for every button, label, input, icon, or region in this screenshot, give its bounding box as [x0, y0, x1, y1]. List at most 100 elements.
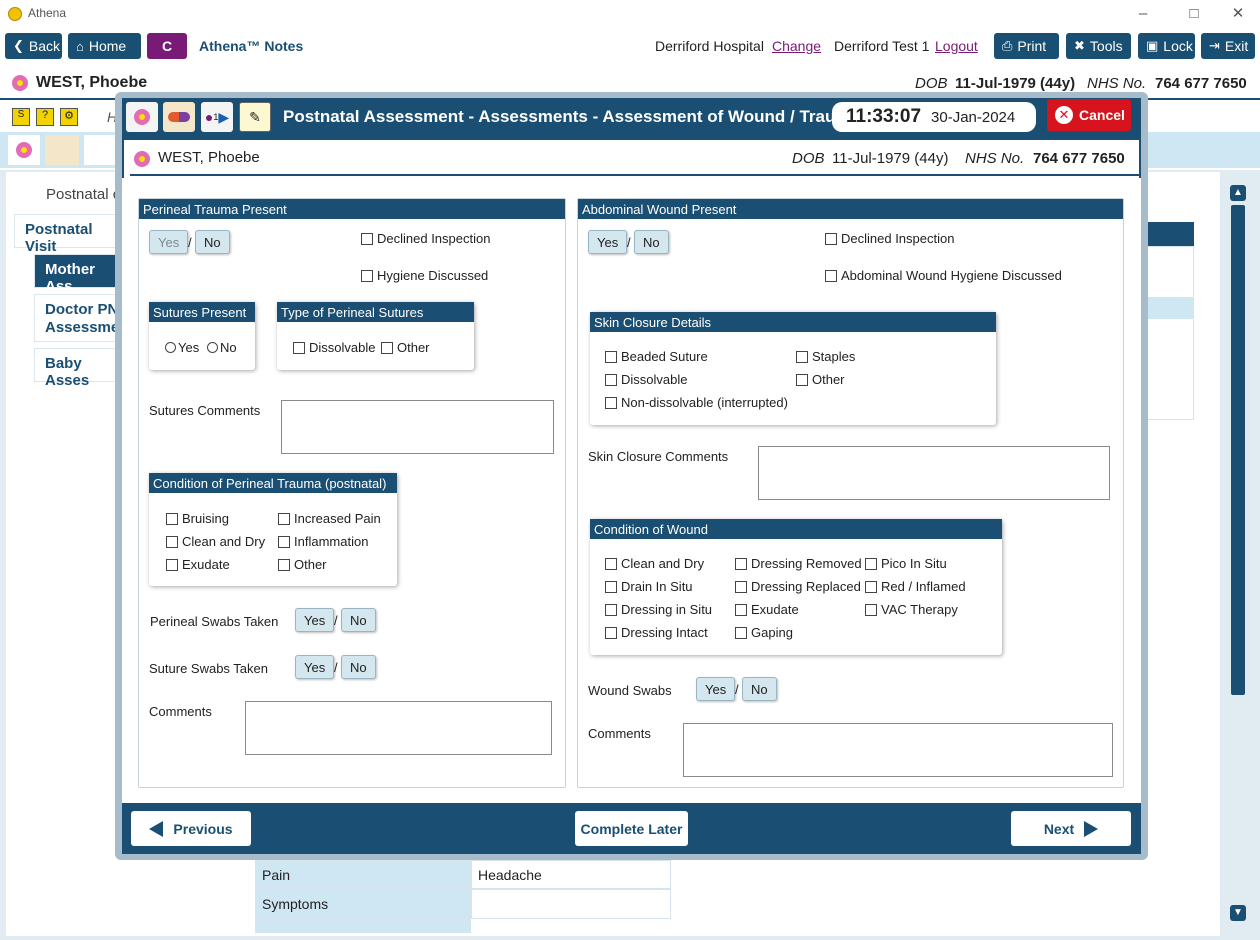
- drain-in-situ-checkbox[interactable]: Drain In Situ: [605, 579, 693, 594]
- declined-inspection-checkbox[interactable]: Declined Inspection: [361, 231, 490, 246]
- yes-no-separator: /: [735, 682, 739, 697]
- perineal-trauma-no-button[interactable]: No: [195, 230, 230, 254]
- perineal-swabs-yes-button[interactable]: Yes: [295, 608, 335, 632]
- pain-value-cell: Headache: [471, 860, 671, 889]
- arrow-right-icon: [1084, 820, 1099, 837]
- clean-and-dry-checkbox[interactable]: Clean and Dry: [166, 534, 265, 549]
- home-button[interactable]: ⌂ Home: [68, 33, 141, 59]
- suture-swabs-label: Suture Swabs Taken: [149, 661, 268, 676]
- back-button[interactable]: ❮ Back: [5, 33, 62, 59]
- perineal-trauma-yes-button[interactable]: Yes: [149, 230, 189, 254]
- change-link[interactable]: Change: [772, 38, 821, 54]
- maximize-icon[interactable]: □: [1171, 4, 1217, 24]
- dressing-intact-checkbox[interactable]: Dressing Intact: [605, 625, 708, 640]
- increased-pain-checkbox[interactable]: Increased Pain: [278, 511, 381, 526]
- other-condition-checkbox[interactable]: Other: [278, 557, 327, 572]
- gaping-checkbox[interactable]: Gaping: [735, 625, 793, 640]
- red-inflamed-checkbox[interactable]: Red / Inflamed: [865, 579, 966, 594]
- help-icon[interactable]: ?: [36, 108, 54, 126]
- sutures-comments-input[interactable]: [281, 400, 554, 454]
- previous-button[interactable]: Previous: [131, 811, 251, 846]
- dialog-patient-banner: WEST, Phoebe DOB 11-Jul-1979 (44y) NHS N…: [130, 144, 1140, 176]
- sutures-no-radio[interactable]: No: [207, 340, 237, 355]
- hospital-label: Derriford Hospital: [655, 38, 764, 54]
- bruising-checkbox[interactable]: Bruising: [166, 511, 229, 526]
- wound-swabs-yes-button[interactable]: Yes: [696, 677, 736, 701]
- patient-name: WEST, Phoebe: [36, 74, 148, 91]
- scroll-thumb[interactable]: [1231, 205, 1245, 695]
- right-comments-input[interactable]: [683, 723, 1113, 777]
- dialog-nhs-value: 764 677 7650: [1033, 150, 1125, 167]
- dressing-removed-checkbox[interactable]: Dressing Removed: [735, 556, 862, 571]
- complete-later-button[interactable]: Complete Later: [575, 811, 688, 846]
- main-toolbar: ❮ Back ⌂ Home C Athena™ Notes Derriford …: [0, 28, 1260, 64]
- perineal-swabs-no-button[interactable]: No: [341, 608, 376, 632]
- suture-swabs-yes-button[interactable]: Yes: [295, 655, 335, 679]
- vac-therapy-checkbox[interactable]: VAC Therapy: [865, 602, 958, 617]
- background-breadcrumb: Postnatal c: [46, 186, 121, 203]
- skin-dissolvable-checkbox[interactable]: Dissolvable: [605, 372, 687, 387]
- tools-button[interactable]: ✖ Tools: [1066, 33, 1131, 59]
- perineal-condition-group: Condition of Perineal Trauma (postnatal)…: [149, 473, 397, 586]
- non-dissolvable-checkbox[interactable]: Non-dissolvable (interrupted): [605, 395, 788, 410]
- wound-clean-and-dry-checkbox[interactable]: Clean and Dry: [605, 556, 704, 571]
- clock-date: 30-Jan-2024: [931, 108, 1016, 126]
- scroll-up-icon[interactable]: ▲: [1230, 185, 1246, 201]
- abdominal-wound-yes-button[interactable]: Yes: [588, 230, 628, 254]
- yes-no-separator: /: [334, 660, 338, 675]
- logout-link[interactable]: Logout: [935, 38, 978, 54]
- chevron-left-icon: ❮: [13, 38, 24, 53]
- exit-button[interactable]: ⇥ Exit: [1201, 33, 1255, 59]
- settings-icon[interactable]: ⚙: [60, 108, 78, 126]
- symptoms-value-cell: [471, 889, 671, 919]
- sutures-comments-label: Sutures Comments: [149, 403, 261, 418]
- abdominal-wound-no-button[interactable]: No: [634, 230, 669, 254]
- flower-tab-icon[interactable]: [8, 135, 40, 165]
- cancel-button[interactable]: ✕ Cancel: [1047, 99, 1131, 131]
- dissolvable-checkbox[interactable]: Dissolvable: [293, 340, 375, 355]
- skin-closure-comments-input[interactable]: [758, 446, 1110, 500]
- vertical-scrollbar[interactable]: ▲ ▼: [1228, 183, 1248, 925]
- dialog-title: Postnatal Assessment - Assessments - Ass…: [283, 107, 860, 126]
- perineal-trauma-header: Perineal Trauma Present: [139, 199, 565, 219]
- wound-exudate-checkbox[interactable]: Exudate: [735, 602, 799, 617]
- person-queue-icon[interactable]: ● 1 ▶: [201, 102, 233, 132]
- skin-closure-comments-label: Skin Closure Comments: [588, 449, 729, 464]
- left-comments-label: Comments: [149, 704, 212, 719]
- print-button[interactable]: ⎙ Print: [994, 33, 1059, 59]
- exudate-checkbox[interactable]: Exudate: [166, 557, 230, 572]
- dressing-in-situ-checkbox[interactable]: Dressing in Situ: [605, 602, 712, 617]
- person-tab-icon[interactable]: [84, 135, 116, 165]
- medication-icon[interactable]: [163, 102, 195, 132]
- abdominal-declined-inspection-checkbox[interactable]: Declined Inspection: [825, 231, 954, 246]
- medication-tab-icon[interactable]: [45, 135, 79, 165]
- printer-icon: ⎙: [1002, 38, 1013, 53]
- close-window-icon[interactable]: ✕: [1215, 4, 1260, 24]
- scroll-down-icon[interactable]: ▼: [1230, 905, 1246, 921]
- dialog-patient-name: WEST, Phoebe: [158, 149, 260, 166]
- c-button[interactable]: C: [147, 33, 187, 59]
- dob-value: 11-Jul-1979 (44y): [955, 75, 1076, 92]
- abdominal-hygiene-checkbox[interactable]: Abdominal Wound Hygiene Discussed: [825, 268, 1062, 283]
- hygiene-discussed-checkbox[interactable]: Hygiene Discussed: [361, 268, 488, 283]
- dialog-nhs-label: NHS No.: [965, 150, 1025, 167]
- minimize-icon[interactable]: –: [1120, 4, 1166, 24]
- window-title-bar: Athena – □ ✕: [0, 0, 1260, 28]
- suture-swabs-no-button[interactable]: No: [341, 655, 376, 679]
- next-button[interactable]: Next: [1011, 811, 1131, 846]
- lock-button[interactable]: ▣ Lock: [1138, 33, 1195, 59]
- beaded-suture-checkbox[interactable]: Beaded Suture: [605, 349, 708, 364]
- flower-icon[interactable]: [126, 102, 158, 132]
- skin-other-checkbox[interactable]: Other: [796, 372, 845, 387]
- dressing-replaced-checkbox[interactable]: Dressing Replaced: [735, 579, 861, 594]
- sutures-yes-radio[interactable]: Yes: [165, 340, 199, 355]
- inflammation-checkbox[interactable]: Inflammation: [278, 534, 368, 549]
- staples-checkbox[interactable]: Staples: [796, 349, 855, 364]
- left-comments-input[interactable]: [245, 701, 552, 755]
- s-icon[interactable]: S: [12, 108, 30, 126]
- notes-icon[interactable]: ✎: [239, 102, 271, 132]
- other-suture-checkbox[interactable]: Other: [381, 340, 430, 355]
- pico-in-situ-checkbox[interactable]: Pico In Situ: [865, 556, 947, 571]
- perineal-suture-type-group: Type of Perineal Sutures Dissolvable Oth…: [277, 302, 474, 370]
- wound-swabs-no-button[interactable]: No: [742, 677, 777, 701]
